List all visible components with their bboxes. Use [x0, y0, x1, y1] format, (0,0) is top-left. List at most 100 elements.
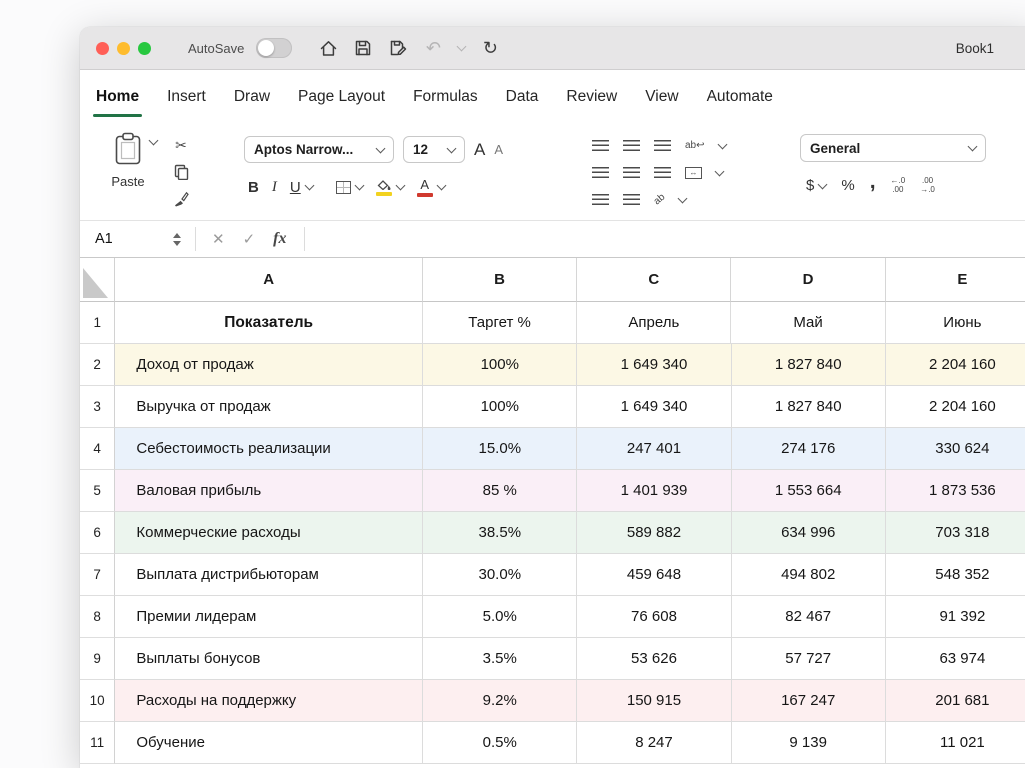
paste-button[interactable] — [113, 132, 159, 171]
cell-E1[interactable]: Июнь — [885, 302, 1025, 344]
cell-C2[interactable]: 1 649 340 — [577, 344, 732, 386]
cell-D3[interactable]: 1 827 840 — [731, 386, 886, 428]
save-icon[interactable] — [353, 38, 373, 58]
cell-C3[interactable]: 1 649 340 — [577, 386, 732, 428]
cell-A8[interactable]: Премии лидерам — [115, 596, 424, 638]
percent-format-button[interactable]: % — [841, 178, 854, 193]
align-center-icon[interactable] — [623, 166, 640, 179]
cell-B4[interactable]: 15.0% — [423, 428, 578, 470]
cell-C6[interactable]: 589 882 — [577, 512, 732, 554]
cell-A1[interactable]: Показатель — [115, 302, 423, 344]
fill-color-button[interactable] — [375, 179, 392, 196]
align-top-icon[interactable] — [592, 139, 609, 152]
redo-icon[interactable]: ↻ — [480, 38, 500, 58]
font-color-chevron-icon[interactable] — [436, 180, 447, 191]
cell-A6[interactable]: Коммерческие расходы — [115, 512, 424, 554]
row-header-8[interactable]: 8 — [80, 596, 116, 638]
cell-D1[interactable]: Май — [731, 302, 886, 344]
row-header-6[interactable]: 6 — [80, 512, 116, 554]
row-header-5[interactable]: 5 — [80, 470, 116, 512]
cell-B8[interactable]: 5.0% — [423, 596, 578, 638]
underline-button[interactable]: U — [290, 180, 301, 195]
autosave-toggle[interactable] — [256, 38, 293, 58]
align-middle-icon[interactable] — [623, 139, 640, 152]
font-name-select[interactable]: Aptos Narrow... — [244, 136, 394, 163]
save-as-icon[interactable] — [388, 38, 408, 58]
insert-function-icon[interactable]: fx — [273, 230, 286, 248]
borders-icon[interactable] — [335, 180, 351, 194]
cell-C11[interactable]: 8 247 — [577, 722, 732, 764]
fill-color-chevron-icon[interactable] — [395, 180, 406, 191]
cell-D8[interactable]: 82 467 — [731, 596, 886, 638]
decrease-font-size-button[interactable]: A — [494, 143, 503, 156]
cell-C1[interactable]: Апрель — [577, 302, 732, 344]
cell-B1[interactable]: Таргет % — [422, 302, 578, 344]
cell-E5[interactable]: 1 873 536 — [885, 470, 1025, 512]
cell-E10[interactable]: 201 681 — [885, 680, 1025, 722]
cell-E8[interactable]: 91 392 — [885, 596, 1025, 638]
currency-format-button[interactable]: $ — [806, 178, 814, 193]
cell-B10[interactable]: 9.2% — [423, 680, 578, 722]
cell-B2[interactable]: 100% — [423, 344, 578, 386]
cell-C5[interactable]: 1 401 939 — [577, 470, 732, 512]
font-size-select[interactable]: 12 — [403, 136, 465, 163]
tab-data[interactable]: Data — [492, 70, 553, 124]
row-header-1[interactable]: 1 — [80, 302, 116, 344]
cell-B3[interactable]: 100% — [423, 386, 578, 428]
cell-D7[interactable]: 494 802 — [731, 554, 886, 596]
cell-A5[interactable]: Валовая прибыль — [115, 470, 424, 512]
orientation-chevron-icon[interactable] — [677, 193, 688, 203]
cell-B6[interactable]: 38.5% — [423, 512, 578, 554]
minimize-window-button[interactable] — [117, 41, 130, 55]
name-box-stepper[interactable] — [173, 232, 181, 246]
cut-icon[interactable]: ✂ — [172, 136, 190, 154]
tab-home[interactable]: Home — [82, 70, 153, 124]
tab-automate[interactable]: Automate — [693, 70, 787, 124]
cell-D5[interactable]: 1 553 664 — [731, 470, 886, 512]
undo-chevron-icon[interactable] — [456, 41, 467, 52]
increase-decimal-button[interactable]: ←.0.00 — [891, 176, 906, 194]
row-header-7[interactable]: 7 — [80, 554, 116, 596]
bold-button[interactable]: B — [248, 180, 259, 195]
cell-E2[interactable]: 2 204 160 — [885, 344, 1025, 386]
merge-chevron-icon[interactable] — [714, 166, 725, 176]
orientation-icon[interactable]: ab — [652, 192, 668, 208]
cell-A2[interactable]: Доход от продаж — [115, 344, 424, 386]
cell-E6[interactable]: 703 318 — [885, 512, 1025, 554]
row-header-9[interactable]: 9 — [80, 638, 116, 680]
row-header-4[interactable]: 4 — [80, 428, 116, 470]
tab-formulas[interactable]: Formulas — [399, 70, 492, 124]
cell-E3[interactable]: 2 204 160 — [885, 386, 1025, 428]
increase-font-size-button[interactable]: A — [474, 141, 485, 158]
increase-indent-icon[interactable] — [623, 193, 640, 206]
close-window-button[interactable] — [96, 41, 109, 55]
cell-B9[interactable]: 3.5% — [423, 638, 578, 680]
cell-A7[interactable]: Выплата дистрибьюторам — [115, 554, 424, 596]
column-header-D[interactable]: D — [731, 258, 886, 302]
zoom-window-button[interactable] — [138, 41, 151, 55]
cell-E9[interactable]: 63 974 — [885, 638, 1025, 680]
tab-insert[interactable]: Insert — [153, 70, 220, 124]
name-box[interactable]: A1 — [80, 231, 173, 247]
tab-draw[interactable]: Draw — [220, 70, 284, 124]
cell-B5[interactable]: 85 % — [423, 470, 578, 512]
cell-C7[interactable]: 459 648 — [577, 554, 732, 596]
cell-A11[interactable]: Обучение — [115, 722, 424, 764]
column-header-C[interactable]: C — [577, 258, 732, 302]
row-header-3[interactable]: 3 — [80, 386, 116, 428]
row-header-10[interactable]: 10 — [80, 680, 116, 722]
cell-D11[interactable]: 9 139 — [731, 722, 886, 764]
tab-review[interactable]: Review — [552, 70, 631, 124]
cell-D2[interactable]: 1 827 840 — [731, 344, 886, 386]
decrease-indent-icon[interactable] — [592, 193, 609, 206]
comma-format-button[interactable]: , — [870, 171, 876, 192]
cell-D10[interactable]: 167 247 — [731, 680, 886, 722]
cell-E4[interactable]: 330 624 — [885, 428, 1025, 470]
cell-C4[interactable]: 247 401 — [577, 428, 732, 470]
row-header-2[interactable]: 2 — [80, 344, 116, 386]
tab-view[interactable]: View — [631, 70, 692, 124]
select-all-corner[interactable] — [80, 258, 116, 302]
copy-icon[interactable] — [172, 163, 190, 181]
cell-D9[interactable]: 57 727 — [731, 638, 886, 680]
cancel-entry-icon[interactable]: ✕ — [212, 230, 225, 248]
